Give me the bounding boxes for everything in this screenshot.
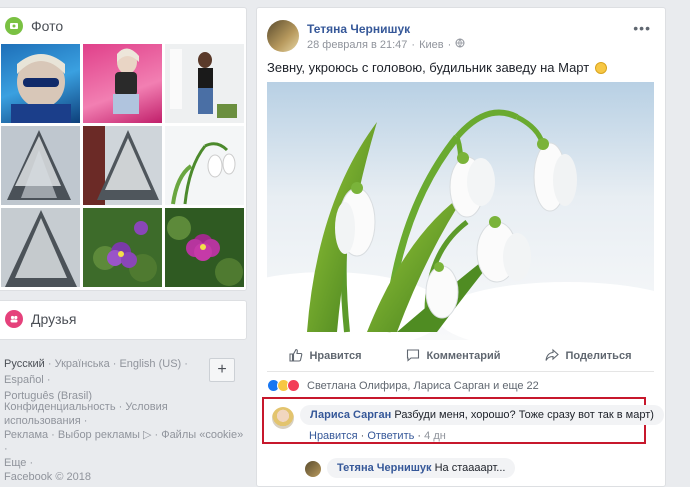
post-text-content: Зевну, укроюсь с головою, будильник заве…	[267, 60, 590, 75]
post-image[interactable]	[267, 82, 654, 340]
share-label: Поделиться	[565, 350, 632, 362]
footer-line[interactable]: Конфиденциальность · Условия использован…	[4, 400, 244, 428]
comment-button[interactable]: Комментарий	[406, 348, 501, 365]
author-avatar[interactable]	[267, 20, 299, 52]
friends-header[interactable]: Друзья	[5, 309, 76, 329]
comment-icon	[406, 348, 420, 365]
photo-thumb[interactable]	[1, 44, 80, 123]
photo-thumb[interactable]	[165, 126, 244, 205]
language-link[interactable]: English (US)	[119, 358, 181, 370]
comment-reply-link[interactable]: Ответить	[367, 430, 414, 442]
reply-author[interactable]: Тетяна Чернишук	[337, 462, 432, 474]
photo-thumb[interactable]	[83, 126, 162, 205]
reactions-text[interactable]: Светлана Олифира, Лариса Сарган и еще 22	[307, 380, 539, 392]
photo-thumb[interactable]	[83, 44, 162, 123]
love-reaction-icon	[287, 379, 300, 392]
footer-copyright: Facebook © 2018	[4, 471, 91, 483]
post-text: Зевну, укроюсь с головою, будильник заве…	[267, 60, 607, 75]
language-link[interactable]: Українська	[55, 358, 110, 370]
photos-title: Фото	[31, 18, 64, 34]
comment-time[interactable]: 4 дн	[424, 430, 446, 442]
photo-thumb[interactable]	[1, 126, 80, 205]
add-language-button[interactable]: +	[209, 358, 235, 382]
post-location[interactable]: Киев	[419, 39, 444, 51]
photo-thumb[interactable]	[165, 44, 244, 123]
footer-line[interactable]: Еще ·	[4, 456, 244, 470]
photo-thumb[interactable]	[1, 208, 80, 287]
footer-links: Конфиденциальность · Условия использован…	[4, 400, 244, 484]
friends-card[interactable]: Друзья	[0, 300, 247, 340]
post-author[interactable]: Тетяна Чернишук	[307, 22, 410, 36]
language-list: Русский · Українська · English (US) · Es…	[4, 358, 188, 402]
languages-card: Русский · Українська · English (US) · Es…	[0, 350, 247, 402]
comment-author[interactable]: Лариса Сарган	[310, 409, 391, 421]
globe-icon	[455, 38, 465, 51]
thumbs-up-icon	[289, 348, 303, 365]
post-date[interactable]: 28 февраля в 21:47	[307, 39, 407, 51]
commenter-avatar[interactable]	[272, 407, 294, 429]
share-icon	[545, 348, 560, 365]
post-card: Тетяна Чернишук 28 февраля в 21:47 · Кие…	[256, 7, 666, 487]
comment-label: Комментарий	[426, 350, 501, 362]
like-button[interactable]: Нравится	[289, 348, 362, 365]
reply-text: На стааaарт...	[434, 462, 506, 474]
post-meta: 28 февраля в 21:47 · Киев ·	[307, 38, 465, 51]
emoji-icon	[594, 62, 607, 74]
reactions-summary[interactable]: Светлана Олифира, Лариса Сарган и еще 22	[267, 379, 539, 392]
like-label: Нравится	[309, 350, 362, 362]
photo-grid	[1, 44, 244, 287]
photos-header[interactable]: Фото	[5, 16, 63, 36]
friends-title: Друзья	[31, 311, 77, 327]
post-options-button[interactable]: •••	[633, 20, 651, 36]
comment-like-link[interactable]: Нравится	[309, 430, 358, 442]
comment-actions: Нравится · Ответить · 4 дн	[309, 430, 446, 442]
friends-icon	[5, 310, 23, 328]
reply-bubble: Тетяна Чернишук На стааaарт...	[327, 458, 516, 478]
highlighted-comment: Лариса Сарган Разбуди меня, хорошо? Тоже…	[262, 397, 664, 444]
language-current: Русский	[4, 358, 45, 370]
photo-thumb[interactable]	[83, 208, 162, 287]
footer-line[interactable]: Реклама · Выбор рекламы ▷ · Файлы «cooki…	[4, 428, 244, 456]
photo-thumb[interactable]	[165, 208, 244, 287]
photos-card: Фото	[0, 7, 247, 291]
language-link[interactable]: Español	[4, 374, 44, 386]
reply-avatar[interactable]	[305, 461, 321, 477]
share-button[interactable]: Поделиться	[545, 348, 632, 365]
comment-text: Разбуди меня, хорошо? Тоже сразу вот так…	[394, 409, 654, 421]
photo-icon	[5, 17, 23, 35]
post-actions: Нравится Комментарий Поделиться	[267, 341, 654, 372]
comment-bubble: Лариса Сарган Разбуди меня, хорошо? Тоже…	[300, 405, 664, 425]
